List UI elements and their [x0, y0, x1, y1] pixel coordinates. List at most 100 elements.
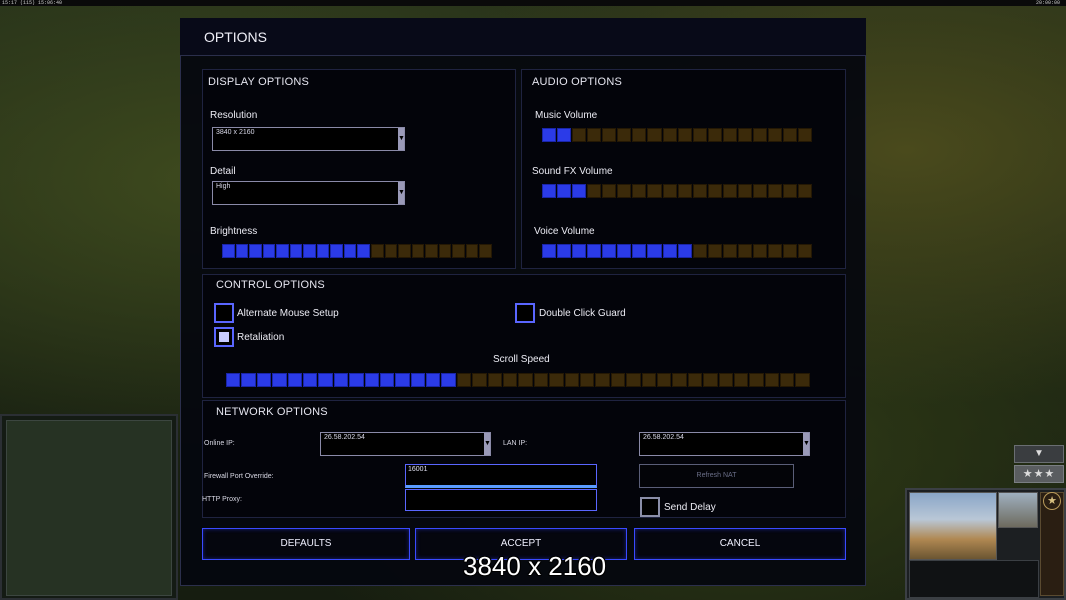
slider-segment[interactable]	[692, 184, 707, 198]
slider-segment[interactable]	[438, 244, 452, 258]
slider-segment[interactable]	[316, 244, 330, 258]
slider-segment[interactable]	[595, 373, 610, 387]
slider-segment[interactable]	[767, 184, 782, 198]
alternate-mouse-checkbox[interactable]	[214, 303, 234, 323]
slider-segment[interactable]	[677, 184, 692, 198]
slider-segment[interactable]	[441, 373, 456, 387]
slider-segment[interactable]	[767, 128, 782, 142]
slider-segment[interactable]	[602, 244, 617, 258]
music-volume-slider[interactable]	[542, 128, 813, 142]
slider-segment[interactable]	[722, 128, 737, 142]
slider-segment[interactable]	[647, 184, 662, 198]
slider-segment[interactable]	[687, 373, 703, 387]
slider-segment[interactable]	[752, 128, 767, 142]
slider-segment[interactable]	[235, 244, 249, 258]
slider-segment[interactable]	[287, 373, 302, 387]
slider-segment[interactable]	[222, 244, 235, 258]
radar-minimap[interactable]	[0, 414, 178, 600]
slider-segment[interactable]	[587, 244, 602, 258]
slider-segment[interactable]	[542, 244, 557, 258]
slider-segment[interactable]	[289, 244, 303, 258]
slider-segment[interactable]	[632, 128, 647, 142]
slider-segment[interactable]	[795, 373, 810, 387]
slider-segment[interactable]	[602, 184, 617, 198]
slider-segment[interactable]	[641, 373, 656, 387]
slider-segment[interactable]	[452, 244, 465, 258]
slider-segment[interactable]	[276, 244, 289, 258]
slider-segment[interactable]	[647, 244, 662, 258]
sound-fx-volume-slider[interactable]	[542, 184, 813, 198]
slider-segment[interactable]	[764, 373, 780, 387]
slider-segment[interactable]	[602, 128, 617, 142]
slider-segment[interactable]	[241, 373, 256, 387]
slider-segment[interactable]	[549, 373, 564, 387]
slider-segment[interactable]	[456, 373, 472, 387]
slider-segment[interactable]	[587, 128, 602, 142]
slider-segment[interactable]	[357, 244, 371, 258]
voice-volume-slider[interactable]	[542, 244, 813, 258]
general-star-icon[interactable]: ★	[1043, 492, 1061, 510]
slider-segment[interactable]	[479, 244, 492, 258]
slider-segment[interactable]	[692, 244, 707, 258]
slider-segment[interactable]	[303, 244, 316, 258]
slider-segment[interactable]	[426, 373, 441, 387]
slider-segment[interactable]	[542, 128, 557, 142]
slider-segment[interactable]	[632, 244, 647, 258]
slider-segment[interactable]	[722, 184, 737, 198]
slider-segment[interactable]	[617, 184, 632, 198]
slider-segment[interactable]	[425, 244, 438, 258]
slider-segment[interactable]	[557, 184, 572, 198]
slider-segment[interactable]	[262, 244, 276, 258]
slider-segment[interactable]	[503, 373, 518, 387]
cancel-button[interactable]: CANCEL	[634, 528, 846, 560]
slider-segment[interactable]	[737, 128, 752, 142]
slider-segment[interactable]	[330, 244, 343, 258]
slider-segment[interactable]	[783, 128, 798, 142]
lan-ip-select[interactable]: 26.58.202.54 ▼	[639, 432, 810, 456]
slider-segment[interactable]	[780, 373, 795, 387]
slider-segment[interactable]	[564, 373, 579, 387]
slider-segment[interactable]	[692, 128, 707, 142]
hud-collapse-button[interactable]: ▼	[1014, 445, 1064, 463]
slider-segment[interactable]	[749, 373, 764, 387]
http-proxy-input[interactable]	[405, 489, 597, 511]
slider-segment[interactable]	[662, 184, 677, 198]
unit-portrait-secondary[interactable]	[998, 492, 1038, 528]
slider-segment[interactable]	[617, 244, 632, 258]
slider-segment[interactable]	[722, 244, 737, 258]
slider-segment[interactable]	[662, 128, 677, 142]
unit-portrait[interactable]	[909, 492, 997, 560]
slider-segment[interactable]	[798, 128, 813, 142]
slider-segment[interactable]	[302, 373, 318, 387]
slider-segment[interactable]	[226, 373, 241, 387]
slider-segment[interactable]	[703, 373, 718, 387]
command-grid[interactable]	[909, 560, 1039, 598]
brightness-slider[interactable]	[222, 244, 492, 258]
slider-segment[interactable]	[617, 128, 632, 142]
slider-segment[interactable]	[318, 373, 333, 387]
slider-segment[interactable]	[610, 373, 626, 387]
resolution-select[interactable]: 3840 x 2160 ▼	[212, 127, 405, 151]
slider-segment[interactable]	[411, 244, 425, 258]
slider-segment[interactable]	[333, 373, 349, 387]
slider-segment[interactable]	[677, 128, 692, 142]
slider-segment[interactable]	[677, 244, 692, 258]
slider-segment[interactable]	[472, 373, 487, 387]
slider-segment[interactable]	[579, 373, 595, 387]
slider-segment[interactable]	[349, 373, 364, 387]
slider-segment[interactable]	[707, 128, 722, 142]
firewall-port-input[interactable]: 16001	[405, 464, 597, 488]
slider-segment[interactable]	[557, 244, 572, 258]
refresh-nat-button[interactable]: Refresh NAT	[639, 464, 794, 488]
slider-segment[interactable]	[752, 184, 767, 198]
slider-segment[interactable]	[798, 244, 813, 258]
slider-segment[interactable]	[783, 184, 798, 198]
online-ip-select[interactable]: 26.58.202.54 ▼	[320, 432, 491, 456]
slider-segment[interactable]	[487, 373, 503, 387]
slider-segment[interactable]	[384, 244, 398, 258]
slider-segment[interactable]	[572, 128, 587, 142]
slider-segment[interactable]	[737, 184, 752, 198]
slider-segment[interactable]	[767, 244, 782, 258]
slider-segment[interactable]	[398, 244, 411, 258]
slider-segment[interactable]	[542, 184, 557, 198]
